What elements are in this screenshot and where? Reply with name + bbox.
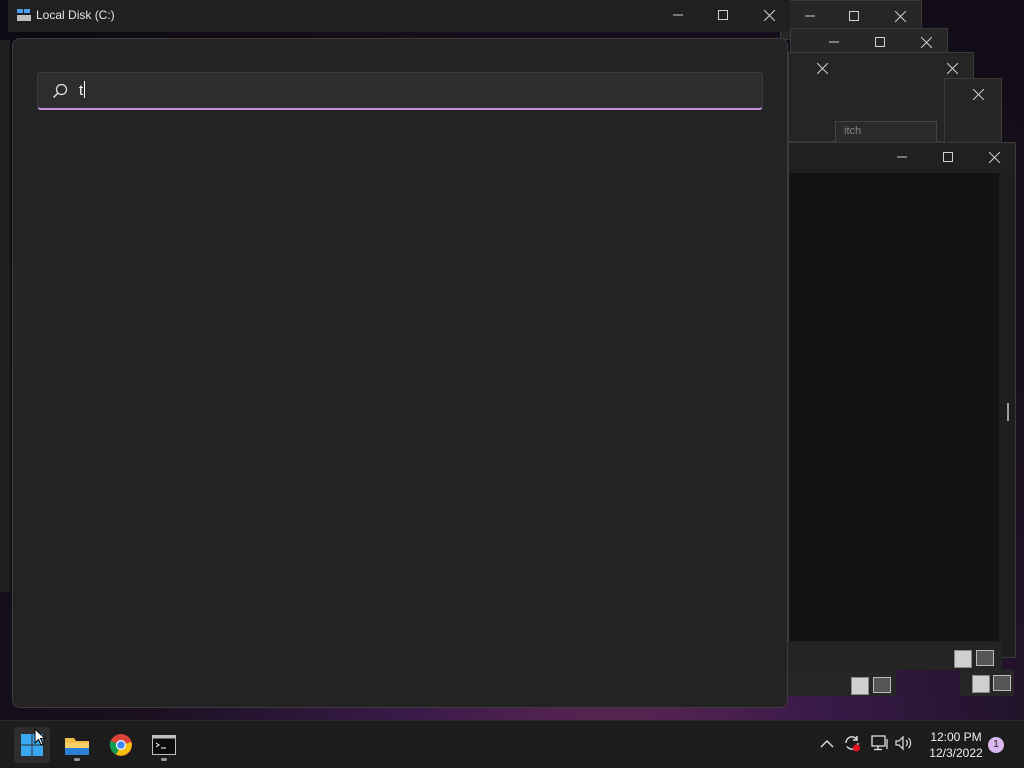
search-input[interactable]: t	[37, 72, 763, 110]
taskbar-chrome[interactable]	[103, 727, 139, 763]
background-window-4[interactable]	[944, 78, 1002, 148]
search-flyout: t	[12, 38, 788, 708]
details-view-icon[interactable]	[851, 677, 869, 695]
text-caret	[84, 81, 86, 98]
network-button[interactable]	[871, 735, 889, 754]
preview-view-icon[interactable]	[873, 677, 891, 693]
close-button[interactable]	[889, 5, 911, 27]
search-input-value: t	[79, 81, 86, 99]
clock-time: 12:00 PM	[930, 730, 982, 744]
scrollbar[interactable]	[1007, 403, 1009, 421]
close-button[interactable]	[941, 57, 963, 79]
details-view-icon[interactable]	[972, 675, 990, 693]
minimize-button[interactable]	[799, 5, 821, 27]
mouse-cursor-icon	[34, 728, 47, 746]
window-title: Local Disk (C:)	[36, 8, 115, 22]
terminal-icon	[152, 735, 176, 755]
network-icon	[871, 735, 888, 751]
close-button[interactable]	[811, 57, 833, 79]
search-fragment-text: itch	[844, 125, 862, 137]
folder-icon	[65, 738, 89, 755]
chevron-up-icon	[820, 740, 834, 748]
maximize-button[interactable]	[869, 31, 891, 53]
chrome-icon	[109, 734, 132, 756]
maximize-button[interactable]	[937, 146, 959, 168]
maximize-button[interactable]	[712, 4, 734, 26]
taskbar-file-explorer[interactable]	[59, 727, 95, 763]
background-window-left-edge	[0, 40, 10, 592]
search-results-area	[13, 119, 787, 707]
volume-icon	[895, 735, 912, 751]
background-window-terminal[interactable]	[788, 142, 1016, 658]
search-icon	[52, 83, 68, 104]
explorer-titlebar[interactable]: Local Disk (C:)	[8, 0, 790, 32]
running-indicator	[161, 758, 167, 761]
clock-date: 12/3/2022	[929, 746, 983, 760]
taskbar: 12:00 PM 12/3/2022 1	[0, 720, 1024, 768]
running-indicator	[74, 758, 80, 761]
maximize-button[interactable]	[843, 5, 865, 27]
details-view-icon[interactable]	[954, 650, 972, 668]
show-hidden-icons-button[interactable]	[820, 737, 834, 752]
preview-view-icon[interactable]	[976, 650, 994, 666]
clock[interactable]: 12:00 PM 12/3/2022	[922, 729, 990, 761]
close-button[interactable]	[758, 4, 780, 26]
close-button[interactable]	[915, 31, 937, 53]
preview-view-icon[interactable]	[993, 675, 1011, 691]
sync-error-icon	[845, 736, 860, 752]
notification-badge[interactable]: 1	[988, 737, 1004, 753]
volume-button[interactable]	[895, 735, 913, 754]
taskbar-terminal[interactable]	[146, 727, 182, 763]
terminal-content[interactable]	[789, 173, 999, 641]
minimize-button[interactable]	[823, 31, 845, 53]
start-button[interactable]	[14, 727, 50, 763]
search-field-fragment[interactable]: itch	[835, 121, 937, 143]
sync-status-button[interactable]	[843, 734, 861, 755]
close-button[interactable]	[967, 83, 989, 105]
close-button[interactable]	[983, 146, 1005, 168]
drive-icon	[17, 8, 31, 26]
minimize-button[interactable]	[891, 146, 913, 168]
minimize-button[interactable]	[667, 4, 689, 26]
